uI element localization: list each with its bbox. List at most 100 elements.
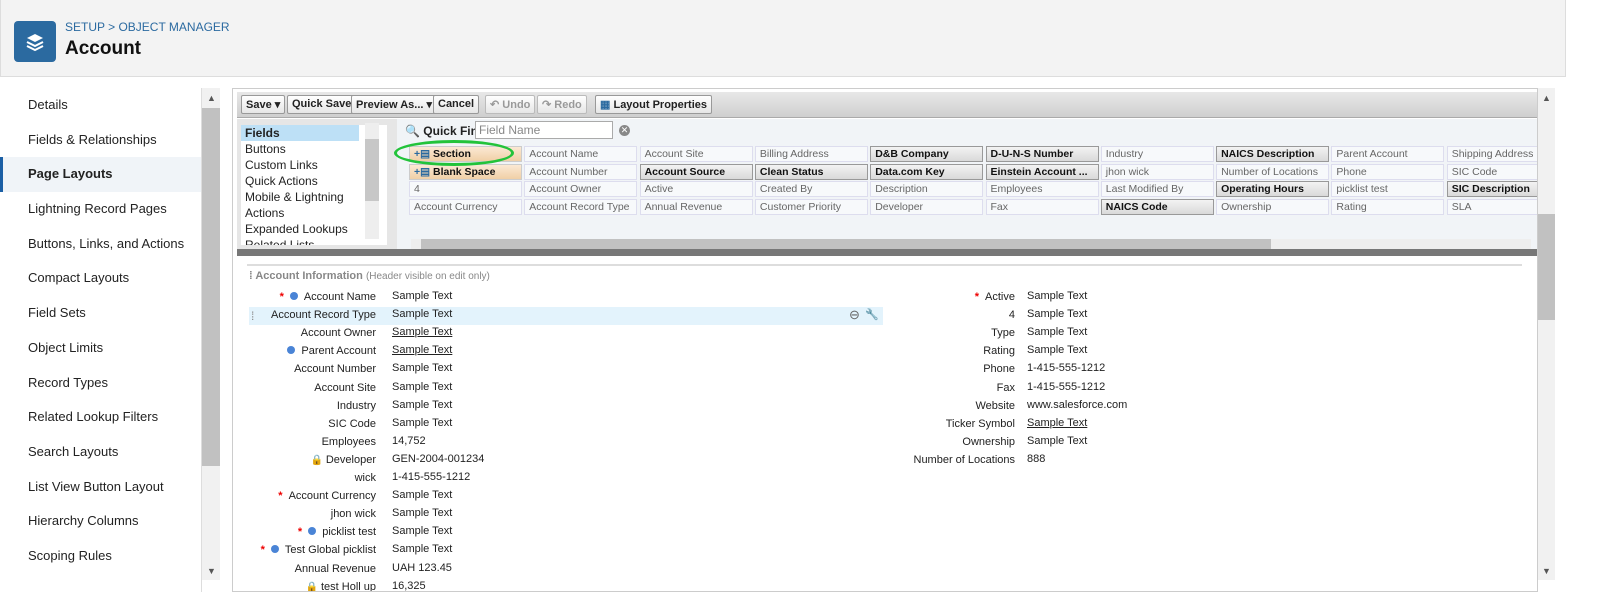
save-button[interactable]: Save ▾ [241, 95, 286, 114]
palette-field[interactable]: Ownership [1216, 198, 1330, 215]
sidebar-item[interactable]: Details [0, 88, 201, 123]
layout-field-row[interactable]: Phone 1-415-555-1212 [877, 361, 1511, 379]
palette-field[interactable]: D-U-N-S Number [985, 146, 1099, 162]
redo-button[interactable]: ↷ Redo [537, 95, 587, 114]
sidebar-item[interactable]: List View Button Layout [0, 470, 201, 505]
palette-field[interactable]: jhon wick [1100, 163, 1214, 180]
palette-field[interactable]: Phone [1331, 163, 1445, 180]
layout-field-row[interactable]: 4 Sample Text [877, 307, 1511, 325]
palette-field[interactable]: Created By [754, 181, 868, 197]
sidebar-item[interactable]: Scoping Rules [0, 539, 201, 574]
page-scroll-down[interactable]: ▼ [1542, 566, 1551, 576]
breadcrumb[interactable]: SETUP > OBJECT MANAGER [65, 20, 230, 34]
palette-field[interactable]: Number of Locations [1216, 163, 1330, 180]
sidebar-item[interactable]: Buttons, Links, and Actions [0, 227, 201, 262]
palette-field[interactable]: +▤ Blank Space [409, 163, 522, 180]
layout-field-row[interactable]: Website www.salesforce.com [877, 398, 1511, 416]
palette-field[interactable]: Parent Account [1331, 146, 1445, 162]
palette-field[interactable]: Einstein Account ... [985, 163, 1099, 180]
palette-field[interactable]: Data.com Key [870, 163, 984, 180]
sidebar-item[interactable]: Field Sets [0, 296, 201, 331]
layout-properties-button[interactable]: ▦ Layout Properties [595, 95, 712, 114]
layout-field-row[interactable]: Account Record Type Sample Text ⁞ ⊖ 🔧 [249, 307, 883, 326]
scroll-up-arrow[interactable]: ▲ [207, 93, 216, 103]
palette-field[interactable]: Account Record Type [524, 198, 638, 215]
sidebar-item[interactable]: Fields & Relationships [0, 123, 201, 158]
palette-field[interactable]: Billing Address [754, 146, 868, 162]
palette-field[interactable]: Annual Revenue [639, 198, 753, 215]
palette-field[interactable]: D&B Company [870, 146, 984, 162]
layout-field-row[interactable]: Ownership Sample Text [877, 434, 1511, 452]
palette-field[interactable]: Shipping Address [1446, 146, 1537, 162]
preview-as-button[interactable]: Preview As... ▾ [351, 95, 438, 114]
palette-field[interactable]: Account Number [524, 163, 638, 180]
layout-field-row[interactable]: Fax 1-415-555-1212 [877, 380, 1511, 398]
palette-field[interactable]: SLA [1446, 198, 1537, 215]
layout-field-row[interactable]: Parent Account Sample Text [249, 343, 883, 361]
sidebar-item[interactable]: Object Limits [0, 331, 201, 366]
layout-field-row[interactable]: Annual Revenue UAH 123.45 [249, 561, 883, 579]
layout-field-row[interactable]: * Test Global picklist Sample Text [249, 542, 883, 560]
layout-field-row[interactable]: Account Site Sample Text [249, 380, 883, 398]
layout-field-row[interactable]: wick 1-415-555-1212 [249, 470, 883, 488]
layout-field-row[interactable]: * Account Name Sample Text [249, 289, 883, 307]
palette-field[interactable]: Operating Hours [1216, 181, 1330, 197]
categories-scroll-thumb[interactable] [365, 139, 379, 201]
palette-field[interactable]: Rating [1331, 198, 1445, 215]
clear-icon[interactable]: ✕ [619, 125, 630, 136]
page-scrollbar[interactable] [1538, 88, 1555, 580]
palette-field[interactable]: Account Name [524, 146, 638, 162]
layout-field-row[interactable]: Rating Sample Text [877, 343, 1511, 361]
layout-field-row[interactable]: Industry Sample Text [249, 398, 883, 416]
scroll-down-arrow[interactable]: ▼ [207, 566, 216, 576]
quick-find-input[interactable]: Field Name [475, 121, 613, 139]
drag-handle-icon[interactable]: ⁞ [251, 309, 254, 323]
layout-field-row[interactable]: 🔒 Developer GEN-2004-001234 [249, 452, 883, 470]
layout-field-row[interactable]: Account Owner Sample Text [249, 325, 883, 343]
palette-field[interactable]: Developer [870, 198, 984, 215]
sidebar-item[interactable]: Search Layouts [0, 435, 201, 470]
layout-field-row[interactable]: * picklist test Sample Text [249, 524, 883, 542]
layout-field-row[interactable]: 🔒 test Holl up 16,325 [249, 579, 883, 591]
sidebar-item[interactable]: Lightning Record Pages [0, 192, 201, 227]
layout-field-row[interactable]: Ticker Symbol Sample Text [877, 416, 1511, 434]
sidebar-item[interactable]: Record Types [0, 366, 201, 401]
sidebar-item[interactable]: Hierarchy Columns [0, 504, 201, 539]
sidebar-item[interactable]: Related Lookup Filters [0, 400, 201, 435]
section-header[interactable]: ⁞ Account Information (Header visible on… [249, 270, 490, 282]
palette-field[interactable]: Description [870, 181, 984, 197]
sidebar-item[interactable]: Compact Layouts [0, 261, 201, 296]
palette-field[interactable]: picklist test [1331, 181, 1445, 197]
palette-field[interactable]: Industry [1100, 146, 1214, 162]
sidebar-scroll-thumb[interactable] [202, 108, 220, 466]
layout-field-row[interactable]: jhon wick Sample Text [249, 506, 883, 524]
layout-field-row[interactable]: SIC Code Sample Text [249, 416, 883, 434]
layout-field-row[interactable]: Number of Locations 888 [877, 452, 1511, 470]
palette-field[interactable]: Fax [985, 198, 1099, 215]
palette-field[interactable]: Employees [985, 181, 1099, 197]
layout-field-row[interactable]: Account Number Sample Text [249, 361, 883, 379]
quick-save-button[interactable]: Quick Save [287, 95, 357, 114]
palette-field[interactable]: Active [639, 181, 753, 197]
page-scroll-up[interactable]: ▲ [1542, 93, 1551, 103]
palette-category[interactable]: Fields [241, 125, 359, 141]
palette-field[interactable]: Customer Priority [754, 198, 868, 215]
palette-field[interactable]: Account Source [639, 163, 753, 180]
palette-field[interactable]: Account Owner [524, 181, 638, 197]
palette-field[interactable]: SIC Code [1446, 163, 1537, 180]
layout-field-row[interactable]: * Active Sample Text [877, 289, 1511, 307]
remove-icon[interactable]: ⊖ [849, 307, 860, 323]
palette-field[interactable]: SIC Description [1446, 181, 1537, 197]
palette-field[interactable]: 4 [409, 181, 522, 197]
page-scroll-thumb[interactable] [1538, 214, 1555, 320]
palette-field[interactable]: NAICS Description [1216, 146, 1330, 162]
palette-field[interactable]: Account Site [639, 146, 753, 162]
palette-field[interactable]: Clean Status [754, 163, 868, 180]
layout-field-row[interactable]: Employees 14,752 [249, 434, 883, 452]
palette-field[interactable]: Account Currency [409, 198, 522, 215]
palette-field[interactable]: NAICS Code [1100, 198, 1214, 215]
palette-field[interactable]: Last Modified By [1100, 181, 1214, 197]
layout-field-row[interactable]: * Account Currency Sample Text [249, 488, 883, 506]
cancel-button[interactable]: Cancel [433, 95, 480, 114]
sidebar-item[interactable]: Page Layouts [0, 157, 201, 193]
